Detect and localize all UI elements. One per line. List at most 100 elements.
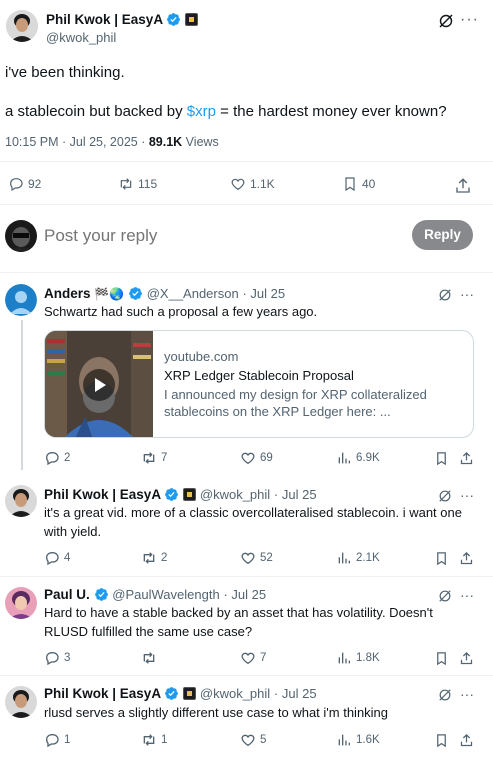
avatar-image [5, 284, 37, 316]
analytics-icon [338, 734, 350, 746]
avatar-image [5, 220, 37, 252]
card-description: I announced my design for XRP collateral… [164, 387, 427, 419]
author-handle[interactable]: @kwok_phil [200, 487, 270, 502]
avatar[interactable] [5, 587, 37, 619]
bookmark-icon [345, 177, 355, 192]
repost-button[interactable]: 115 [118, 176, 157, 192]
cashtag-link[interactable]: $xrp [187, 103, 216, 120]
verified-badge-icon [165, 687, 179, 700]
heart-icon [241, 652, 255, 665]
more-icon[interactable]: ··· [460, 286, 474, 302]
more-icon[interactable]: ··· [460, 487, 474, 503]
heart-icon [231, 178, 245, 191]
avatar[interactable] [5, 686, 37, 718]
repost-button[interactable] [141, 650, 161, 666]
author-name[interactable]: Phil Kwok | EasyA [46, 12, 163, 27]
like-button[interactable]: 69 [240, 450, 273, 466]
views-button[interactable]: 1.6K [336, 732, 380, 748]
link-preview-card[interactable]: youtube.com XRP Ledger Stablecoin Propos… [44, 330, 474, 438]
repost-icon [143, 734, 155, 746]
views-button[interactable]: 1.8K [336, 650, 380, 666]
more-icon[interactable]: ··· [460, 587, 474, 603]
share-icon[interactable] [459, 551, 474, 566]
avatar-image [5, 485, 37, 517]
avatar[interactable] [6, 10, 38, 42]
repost-button[interactable]: 7 [141, 450, 167, 466]
share-icon[interactable] [459, 651, 474, 666]
bookmark-icon[interactable] [434, 551, 449, 566]
avatar-image [5, 686, 37, 718]
grok-icon[interactable] [438, 13, 454, 29]
grok-icon[interactable] [438, 589, 452, 603]
reply-icon [45, 552, 59, 566]
author-handle[interactable]: @X__Anderson [147, 286, 239, 301]
grok-icon[interactable] [438, 688, 452, 702]
tweet-meta: 10:15 PM · Jul 25, 2025 · 89.1K Views [5, 135, 219, 149]
analytics-icon [338, 552, 350, 564]
avatar-image [6, 10, 38, 42]
like-button[interactable]: 1.1K [230, 176, 275, 192]
author-handle[interactable]: @PaulWavelength [112, 587, 219, 602]
share-icon[interactable] [459, 451, 474, 466]
card-title: XRP Ledger Stablecoin Proposal [164, 368, 354, 383]
reply-button[interactable]: 92 [8, 176, 41, 192]
bookmark-icon[interactable] [434, 451, 449, 466]
author-handle[interactable]: @kwok_phil [46, 30, 116, 45]
reply-icon [10, 178, 23, 192]
reply-button[interactable]: 1 [44, 732, 70, 748]
author-name[interactable]: Phil Kwok | EasyA [44, 686, 161, 701]
like-button[interactable]: 7 [240, 650, 266, 666]
author-name[interactable]: Anders [44, 286, 91, 301]
post-time[interactable]: · Jul 25 [242, 286, 285, 301]
play-button-icon[interactable] [83, 369, 115, 401]
author-name[interactable]: Phil Kwok | EasyA [44, 487, 161, 502]
share-icon[interactable] [459, 733, 474, 748]
reply-button[interactable]: 2 [44, 450, 70, 466]
like-button[interactable]: 5 [240, 732, 266, 748]
post-time[interactable]: · Jul 25 [223, 587, 266, 602]
repost-icon [143, 652, 155, 664]
bookmark-icon[interactable] [434, 651, 449, 666]
author-name[interactable]: Paul U. [44, 587, 90, 602]
verified-badge-icon [94, 588, 108, 601]
views-label: Views [182, 135, 219, 149]
reply-text: Schwartz had such a proposal a few years… [44, 304, 318, 319]
bookmark-button[interactable]: 40 [342, 176, 375, 192]
verified-badge-icon [167, 13, 181, 26]
reply-button[interactable]: 3 [44, 650, 70, 666]
verified-badge-icon [129, 287, 142, 300]
views-count: 89.1K [148, 135, 183, 149]
avatar[interactable] [5, 485, 37, 517]
reply-input[interactable] [44, 222, 384, 250]
avatar[interactable] [5, 284, 37, 316]
timestamp[interactable]: 10:15 PM · Jul 25, 2025 · [5, 135, 149, 149]
affiliate-badge-icon [183, 687, 197, 700]
reply-icon [45, 652, 59, 666]
my-avatar[interactable] [5, 220, 37, 252]
globe-icon: 🌏 [109, 287, 125, 301]
repost-button[interactable]: 2 [141, 550, 167, 566]
reply-button[interactable]: 4 [44, 550, 70, 566]
more-icon[interactable]: ··· [460, 11, 479, 29]
analytics-icon [338, 652, 350, 664]
like-button[interactable]: 52 [240, 550, 273, 566]
card-domain: youtube.com [164, 349, 239, 364]
views-button[interactable]: 2.1K [336, 550, 380, 566]
grok-icon[interactable] [438, 489, 452, 503]
reply-text: it's a great vid. more of a classic over… [44, 505, 462, 539]
share-icon[interactable] [454, 177, 472, 195]
reply-text: rlusd serves a slightly different use ca… [44, 705, 389, 720]
views-button[interactable]: 6.9K [336, 450, 380, 466]
grok-icon[interactable] [438, 288, 452, 302]
post-time[interactable]: · Jul 25 [274, 487, 317, 502]
post-time[interactable]: · Jul 25 [274, 686, 317, 701]
reply-submit-button[interactable]: Reply [412, 220, 473, 250]
repost-icon [120, 178, 132, 190]
video-thumbnail[interactable] [45, 331, 153, 437]
reply-text: Hard to have a stable backed by an asset… [44, 605, 433, 639]
repost-icon [143, 452, 155, 464]
repost-button[interactable]: 1 [141, 732, 167, 748]
author-handle[interactable]: @kwok_phil [200, 686, 270, 701]
bookmark-icon[interactable] [434, 733, 449, 748]
more-icon[interactable]: ··· [460, 686, 474, 702]
